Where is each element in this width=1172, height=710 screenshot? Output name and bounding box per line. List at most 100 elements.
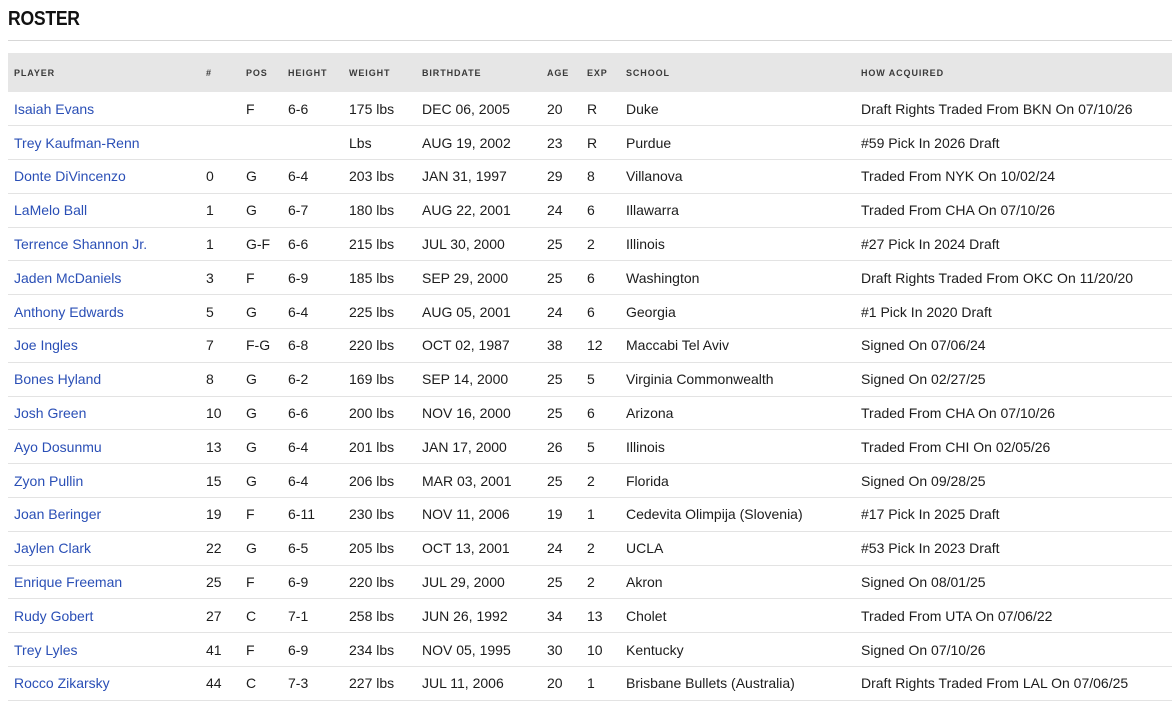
player-name-link[interactable]: LaMelo Ball <box>14 202 87 218</box>
weight-cell: 227 lbs <box>349 675 395 692</box>
player-name-link[interactable]: Enrique Freeman <box>14 574 122 590</box>
how-acquired-cell: Signed On 02/27/25 <box>861 371 986 388</box>
player-cell: Trey Kaufman-Renn <box>8 126 200 160</box>
experience-cell: 1 <box>587 675 595 692</box>
position-cell: G <box>246 168 257 185</box>
player-name-link[interactable]: Rudy Gobert <box>14 608 93 624</box>
school-cell: UCLA <box>626 540 664 557</box>
birthdate-cell: JUL 30, 2000 <box>422 236 505 253</box>
position-cell <box>240 126 282 160</box>
birthdate-cell: OCT 13, 2001 <box>422 540 510 557</box>
player-name-link[interactable]: Trey Kaufman-Renn <box>14 135 140 151</box>
player-cell: Anthony Edwards <box>8 295 200 329</box>
weight-cell: 258 lbs <box>349 607 395 624</box>
column-header-number[interactable]: # <box>200 53 240 92</box>
table-header-row: PLAYER # POS HEIGHT WEIGHT BIRTHDATE AGE… <box>8 53 1172 92</box>
player-name-link[interactable]: Jaylen Clark <box>14 540 91 556</box>
column-header-player[interactable]: PLAYER <box>8 53 200 92</box>
jersey-number-cell: 22 <box>206 540 222 557</box>
height-cell: 6-6 <box>288 405 309 422</box>
column-header-age[interactable]: AGE <box>541 53 581 92</box>
position-cell: F <box>246 641 255 658</box>
player-cell: Zyon Pullin <box>8 464 200 498</box>
table-row: Enrique Freeman 25 F 6-9 220 lbs JUL 29, 2000… <box>8 565 1172 599</box>
birthdate-cell: AUG 22, 2001 <box>422 202 511 219</box>
how-acquired-cell: #27 Pick In 2024 Draft <box>861 236 1000 253</box>
how-acquired-cell: Traded From CHA On 07/10/26 <box>861 405 1056 422</box>
table-row: Bones Hyland 8 G 6-2 169 lbs SEP 14, 2000 25 5 V… <box>8 362 1172 397</box>
position-cell: G <box>246 540 257 557</box>
player-cell: Rudy Gobert <box>8 599 200 633</box>
column-header-height[interactable]: HEIGHT <box>282 53 343 92</box>
experience-cell: R <box>587 100 598 117</box>
player-name-link[interactable]: Rocco Zikarsky <box>14 675 110 691</box>
jersey-number-cell: 7 <box>206 337 214 354</box>
school-cell: Kentucky <box>626 641 684 658</box>
player-name-link[interactable]: Jaden McDaniels <box>14 270 121 286</box>
title-divider <box>8 40 1172 41</box>
player-name-link[interactable]: Zyon Pullin <box>14 473 83 489</box>
jersey-number-cell: 10 <box>206 405 222 422</box>
school-cell: Georgia <box>626 303 676 320</box>
age-cell: 25 <box>547 269 563 286</box>
position-cell: G <box>246 405 257 422</box>
player-name-link[interactable]: Bones Hyland <box>14 371 101 387</box>
birthdate-cell: JAN 31, 1997 <box>422 168 507 185</box>
age-cell: 29 <box>547 168 563 185</box>
table-row: Jaden McDaniels 3 F 6-9 185 lbs SEP 29, 2000 2… <box>8 261 1172 295</box>
column-header-school[interactable]: SCHOOL <box>620 53 855 92</box>
experience-cell: R <box>587 134 598 151</box>
weight-cell: 203 lbs <box>349 168 395 185</box>
column-header-weight[interactable]: WEIGHT <box>343 53 416 92</box>
column-header-birthdate[interactable]: BIRTHDATE <box>416 53 541 92</box>
height-cell: 6-8 <box>288 337 309 354</box>
school-cell: Washington <box>626 269 700 286</box>
weight-cell: Lbs <box>349 134 372 151</box>
jersey-number-cell: 44 <box>206 675 222 692</box>
player-name-link[interactable]: Anthony Edwards <box>14 304 124 320</box>
height-cell: 6-9 <box>288 641 309 658</box>
birthdate-cell: NOV 11, 2006 <box>422 506 510 523</box>
player-cell: Josh Green <box>8 396 200 430</box>
position-cell: F-G <box>246 337 271 354</box>
experience-cell: 2 <box>587 472 595 489</box>
how-acquired-cell: Draft Rights Traded From OKC On 11/20/20 <box>861 269 1134 286</box>
jersey-number-cell: 8 <box>206 371 214 388</box>
experience-cell: 2 <box>587 236 595 253</box>
page-title: ROSTER <box>8 8 80 30</box>
player-name-link[interactable]: Trey Lyles <box>14 642 78 658</box>
experience-cell: 2 <box>587 574 595 591</box>
weight-cell: 201 lbs <box>349 438 395 455</box>
weight-cell: 234 lbs <box>349 641 395 658</box>
age-cell: 24 <box>547 540 563 557</box>
age-cell: 24 <box>547 303 563 320</box>
school-cell: Illawarra <box>626 202 679 219</box>
column-header-position[interactable]: POS <box>240 53 282 92</box>
height-cell: 6-5 <box>288 540 309 557</box>
how-acquired-cell: #59 Pick In 2026 Draft <box>861 134 1000 151</box>
column-header-how-acquired[interactable]: HOW ACQUIRED <box>855 53 1172 92</box>
player-name-link[interactable]: Joe Ingles <box>14 337 78 353</box>
birthdate-cell: MAR 03, 2001 <box>422 472 512 489</box>
weight-cell: 220 lbs <box>349 337 395 354</box>
weight-cell: 225 lbs <box>349 303 395 320</box>
player-name-link[interactable]: Donte DiVincenzo <box>14 168 126 184</box>
birthdate-cell: JUN 26, 1992 <box>422 607 508 624</box>
age-cell: 23 <box>547 134 563 151</box>
jersey-number-cell: 1 <box>206 202 214 219</box>
player-name-link[interactable]: Ayo Dosunmu <box>14 439 102 455</box>
player-name-link[interactable]: Joan Beringer <box>14 506 101 522</box>
how-acquired-cell: #1 Pick In 2020 Draft <box>861 303 992 320</box>
player-cell: Bones Hyland <box>8 362 200 396</box>
player-name-link[interactable]: Josh Green <box>14 405 86 421</box>
table-row: Anthony Edwards 5 G 6-4 225 lbs AUG 05, 2001 2… <box>8 295 1172 329</box>
player-name-link[interactable]: Isaiah Evans <box>14 101 94 117</box>
table-row: Jaylen Clark 22 G 6-5 205 lbs OCT 13, 2001 24 2… <box>8 531 1172 566</box>
player-name-link[interactable]: Terrence Shannon Jr. <box>14 236 147 252</box>
weight-cell: 206 lbs <box>349 472 395 489</box>
height-cell: 6-9 <box>288 269 309 286</box>
column-header-experience[interactable]: EXP <box>581 53 620 92</box>
player-cell: Jaylen Clark <box>8 531 200 565</box>
age-cell: 25 <box>547 236 563 253</box>
position-cell: F <box>246 269 255 286</box>
